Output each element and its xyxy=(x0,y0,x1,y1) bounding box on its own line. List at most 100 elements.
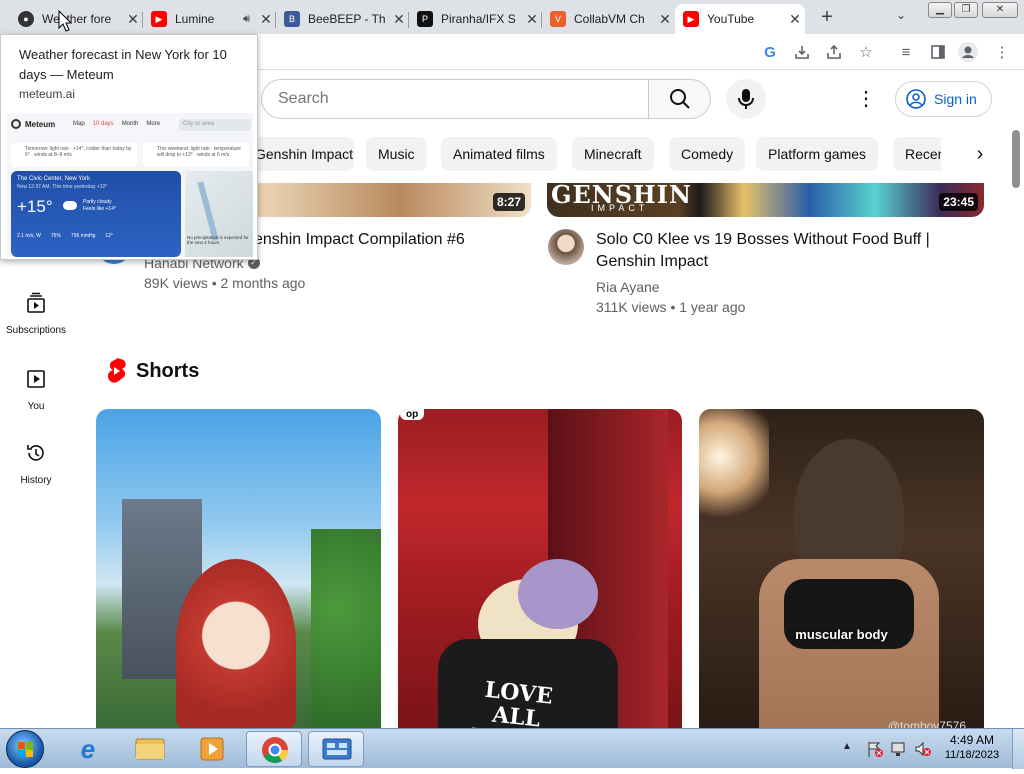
close-tab-icon[interactable]: ✕ xyxy=(123,11,143,28)
tab-beebeep[interactable]: B BeeBEEP - Th ✕ xyxy=(276,4,409,34)
close-window-icon[interactable]: ✕ xyxy=(982,2,1018,18)
chip-music[interactable]: Music xyxy=(366,137,427,171)
tab-strip: ● Weather fore ✕ ▶ Lumine 🔊︎ ✕ B BeeBEEP… xyxy=(0,0,1024,34)
start-button[interactable] xyxy=(6,730,44,768)
tab-piranha[interactable]: P Piranha/IFX S ✕ xyxy=(409,4,542,34)
shorts-heading: Shorts xyxy=(136,359,200,382)
nav-item: 10 days xyxy=(92,121,114,127)
video-duration: 8:27 xyxy=(492,193,525,211)
search-icon xyxy=(669,89,690,109)
tab-youtube[interactable]: ▶ YouTube ✕ xyxy=(675,4,805,34)
network-app-button[interactable] xyxy=(308,731,364,767)
bookmark-star-icon[interactable]: ☆ xyxy=(856,42,876,62)
wind-value: 2.1 m/s, W xyxy=(17,233,41,239)
chip-platform-games[interactable]: Platform games xyxy=(756,137,879,171)
microphone-icon xyxy=(738,89,754,109)
current-weather-card: The Civic Center, New York Now 12:37 AM.… xyxy=(11,171,181,257)
nav-item: Month xyxy=(121,121,139,127)
action-center-flag-icon[interactable] xyxy=(866,740,884,758)
profile-avatar-icon[interactable] xyxy=(958,42,978,62)
video-info: Solo C0 Klee vs 19 Bosses Without Food B… xyxy=(596,229,936,317)
sign-in-button[interactable]: Sign in xyxy=(895,81,992,117)
meteum-logo-icon xyxy=(11,119,21,129)
close-tab-icon[interactable]: ✕ xyxy=(389,11,409,28)
restore-window-icon[interactable]: ❐ xyxy=(954,2,978,18)
short-handle: @tomboy7576 xyxy=(887,719,966,728)
network-app-icon xyxy=(322,738,352,760)
video-duration: 23:45 xyxy=(939,193,978,211)
tab-weather[interactable]: ● Weather fore ✕ xyxy=(10,4,143,34)
channel-name[interactable]: Ria Ayane xyxy=(596,277,936,297)
sign-in-label: Sign in xyxy=(934,91,977,107)
search-button[interactable] xyxy=(648,79,711,119)
precipitation-note: No precipitation is expected for the nex… xyxy=(187,235,249,245)
beebeep-favicon-icon: B xyxy=(284,11,300,27)
meteum-favicon-icon: ● xyxy=(18,11,34,27)
tab-collabvm[interactable]: V CollabVM Ch ✕ xyxy=(542,4,675,34)
settings-menu-icon[interactable]: ⋮ xyxy=(856,88,876,110)
media-controls-icon[interactable]: ≡ xyxy=(896,42,916,62)
purple-hair xyxy=(518,559,598,629)
browser-menu-icon[interactable]: ⋮ xyxy=(992,42,1012,62)
chips-next-arrow-icon[interactable]: › xyxy=(966,140,994,168)
short-card-3[interactable]: muscular body @tomboy7576 xyxy=(699,409,984,728)
new-tab-icon[interactable]: + xyxy=(816,6,838,28)
sidebar-item-you[interactable]: You xyxy=(0,368,72,412)
weather-time: Now 12:37 AM. This time yesterday +12° xyxy=(17,184,108,190)
collabvm-favicon-icon: V xyxy=(550,11,566,27)
close-tab-icon[interactable]: ✕ xyxy=(655,11,675,28)
network-status-icon[interactable] xyxy=(890,740,908,758)
chip-minecraft[interactable]: Minecraft xyxy=(572,137,654,171)
speaker-icon[interactable]: 🔊︎ xyxy=(243,13,250,26)
show-hidden-icons-arrow[interactable]: ▲ xyxy=(842,741,852,752)
video-thumbnail[interactable]: GENSHIN IMPACT 23:45 xyxy=(547,183,984,217)
account-icon xyxy=(906,89,926,109)
media-player-icon[interactable] xyxy=(190,735,234,763)
channel-avatar[interactable] xyxy=(548,229,584,265)
chip-label: Animated films xyxy=(453,146,545,162)
install-app-icon[interactable] xyxy=(792,42,812,62)
short-card-2[interactable]: op LOVE ALL TRUST FEW xyxy=(398,409,682,728)
light-glow xyxy=(699,409,769,529)
short-badge: op xyxy=(400,409,425,420)
chip-animated-films[interactable]: Animated films xyxy=(441,137,557,171)
tab-lumine[interactable]: ▶ Lumine 🔊︎ ✕ xyxy=(143,4,276,34)
short-card-1[interactable] xyxy=(96,409,381,728)
tab-title: Lumine xyxy=(175,12,215,26)
nav-item: Map xyxy=(73,121,85,127)
forecast-notice: Tomorrow: light rain · +14°, colder than… xyxy=(11,143,137,167)
google-lens-icon[interactable]: G xyxy=(760,42,780,62)
chip-recent[interactable]: Recen xyxy=(893,137,941,171)
close-tab-icon[interactable]: ✕ xyxy=(522,11,542,28)
close-tab-icon[interactable]: ✕ xyxy=(256,11,276,28)
cloud-icon xyxy=(63,201,77,210)
system-clock[interactable]: 4:49 AM 11/18/2023 xyxy=(940,733,1004,763)
minimize-window-icon[interactable]: ▁ xyxy=(928,2,952,18)
video-title[interactable]: Solo C0 Klee vs 19 Bosses Without Food B… xyxy=(596,229,936,273)
meteum-nav: Map 10 days Month More xyxy=(73,121,183,127)
sidebar-item-subscriptions[interactable]: Subscriptions xyxy=(0,292,72,336)
clock-time: 4:49 AM xyxy=(949,733,995,747)
scrollbar-thumb[interactable] xyxy=(1012,130,1020,188)
chip-comedy[interactable]: Comedy xyxy=(669,137,746,171)
tab-search-chevron-icon[interactable]: ⌄ xyxy=(896,8,914,26)
youtube-favicon-icon: ▶ xyxy=(151,11,167,27)
history-icon xyxy=(27,445,44,461)
voice-search-button[interactable] xyxy=(726,79,766,119)
volume-muted-icon[interactable] xyxy=(914,740,932,758)
forecast-notice: This weekend: light rain · temperature w… xyxy=(143,143,249,167)
show-desktop-button[interactable] xyxy=(1012,729,1024,769)
chrome-taskbar-button[interactable] xyxy=(246,731,302,767)
brand-text: Meteum xyxy=(25,119,56,129)
search-input[interactable]: Search xyxy=(261,79,649,119)
weather-map: No precipitation is expected for the nex… xyxy=(185,171,253,257)
internet-explorer-icon[interactable]: e xyxy=(66,733,110,765)
weather-temperature: +15° xyxy=(17,197,53,216)
side-panel-icon[interactable] xyxy=(928,42,948,62)
chrome-icon xyxy=(262,737,289,764)
close-tab-icon[interactable]: ✕ xyxy=(785,11,805,28)
file-explorer-icon[interactable] xyxy=(128,735,172,763)
share-icon[interactable] xyxy=(824,42,844,62)
sidebar-item-history[interactable]: History xyxy=(0,442,72,486)
video-meta: 311K views • 1 year ago xyxy=(596,299,746,315)
